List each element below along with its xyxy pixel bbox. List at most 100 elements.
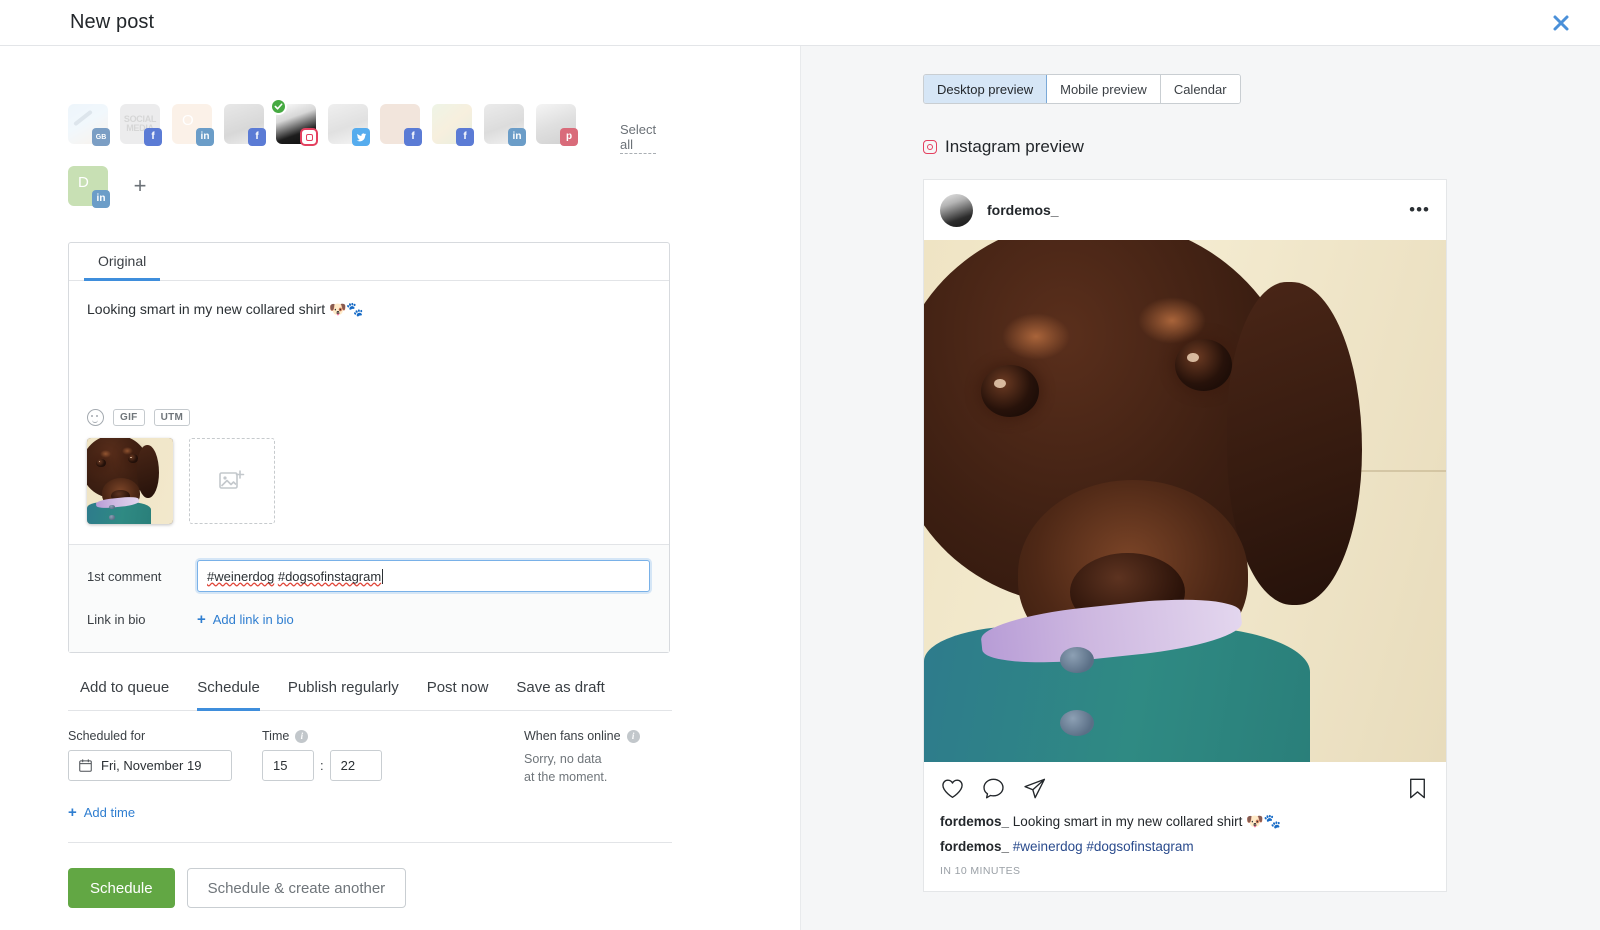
post-meta-fields: 1st comment #weinerdog #dogsofinstagram … <box>69 544 669 652</box>
toggle-mobile-preview[interactable]: Mobile preview <box>1047 75 1161 103</box>
toggle-calendar[interactable]: Calendar <box>1160 75 1240 103</box>
tab-post-now[interactable]: Post now <box>427 679 489 711</box>
composer-toolbar: GIF UTM <box>69 409 669 438</box>
time-inputs: 15 : 22 <box>262 750 382 781</box>
fans-no-data-note: Sorry, no data at the moment. <box>524 750 640 786</box>
instagram-username: fordemos_ <box>987 202 1059 218</box>
facebook-icon: f <box>456 128 474 146</box>
first-comment-input[interactable]: #weinerdog #dogsofinstagram <box>197 560 650 592</box>
schedule-button[interactable]: Schedule <box>68 868 175 908</box>
tab-publish-regularly[interactable]: Publish regularly <box>288 679 399 711</box>
fans-note-line-2: at the moment. <box>524 770 608 785</box>
account-avatar-facebook-4[interactable]: f <box>432 104 474 146</box>
tab-add-to-queue[interactable]: Add to queue <box>80 679 169 711</box>
composer-tabs: Original <box>69 243 669 281</box>
add-link-in-bio-button[interactable]: + Add link in bio <box>197 612 294 627</box>
preview-heading: Instagram preview <box>923 137 1600 157</box>
select-all-link[interactable]: Select all <box>620 122 657 154</box>
account-avatar-instagram-selected[interactable] <box>270 98 318 146</box>
scheduled-date-value: Fri, November 19 <box>101 758 202 773</box>
linkedin-icon: in <box>196 128 214 146</box>
time-minute-input[interactable]: 22 <box>329 750 382 781</box>
page-title: New post <box>70 11 155 33</box>
add-time-label: Add time <box>83 805 136 820</box>
section-divider <box>68 842 672 843</box>
comment-username: fordemos_ <box>940 838 1010 854</box>
add-account-button[interactable]: + <box>120 166 160 206</box>
emoji-icon[interactable] <box>87 409 104 426</box>
close-icon[interactable] <box>1546 8 1576 38</box>
schedule-section: Add to queue Schedule Publish regularly … <box>68 679 672 843</box>
more-options-icon[interactable]: ••• <box>1409 200 1430 220</box>
add-image-button[interactable] <box>189 438 275 524</box>
avatar <box>940 193 973 227</box>
tab-save-as-draft[interactable]: Save as draft <box>516 679 604 711</box>
account-avatar-facebook-3[interactable]: f <box>380 104 422 146</box>
modal-body: GB SOCIAL MEDIA f O in f f f in p Select… <box>0 46 1600 930</box>
footer-actions: Schedule Schedule & create another <box>68 868 800 908</box>
preview-pane: Desktop preview Mobile preview Calendar … <box>800 46 1600 930</box>
post-text-area[interactable]: Looking smart in my new collared shirt 🐶… <box>69 281 669 409</box>
toggle-desktop-preview[interactable]: Desktop preview <box>924 75 1048 103</box>
post-composer: Original Looking smart in my new collare… <box>68 242 670 653</box>
account-avatar-twitter[interactable] <box>328 104 370 146</box>
selected-check-icon <box>270 98 287 115</box>
preview-mode-toggle: Desktop preview Mobile preview Calendar <box>923 74 1241 104</box>
twitter-icon <box>352 128 370 146</box>
scheduled-for-label: Scheduled for <box>68 729 146 743</box>
caption-emoji: 🐶🐾 <box>1246 813 1282 829</box>
scheduled-date-input[interactable]: Fri, November 19 <box>68 750 232 781</box>
first-comment-tag-2: #dogsofinstagram <box>277 568 382 584</box>
bookmark-icon[interactable] <box>1405 776 1430 801</box>
instagram-card-header: fordemos_ ••• <box>924 180 1446 240</box>
comment-hashtags: #weinerdog #dogsofinstagram <box>1012 838 1194 854</box>
instagram-post-image <box>924 240 1446 762</box>
when-fans-online-label: When fans online i <box>524 729 640 743</box>
account-avatar-google-business[interactable]: GB <box>68 104 110 146</box>
time-info-icon[interactable]: i <box>295 729 309 743</box>
heart-icon[interactable] <box>940 776 965 801</box>
first-comment-label: 1st comment <box>87 568 162 584</box>
fans-note-line-1: Sorry, no data <box>524 752 602 766</box>
post-emoji: 🐶🐾 <box>329 301 364 317</box>
account-avatar-facebook-2[interactable]: f <box>224 104 266 146</box>
schedule-and-create-another-button[interactable]: Schedule & create another <box>186 868 407 908</box>
instagram-timestamp: IN 10 MINUTES <box>940 864 1021 877</box>
utm-button[interactable]: UTM <box>153 409 191 426</box>
when-fans-online-group: When fans online i Sorry, no data at the… <box>524 729 640 786</box>
when-fans-online-text: When fans online <box>524 729 621 743</box>
instagram-first-comment: fordemos_ #weinerdog #dogsofinstagram <box>924 833 1446 858</box>
time-label-text: Time <box>262 729 290 743</box>
media-thumbnail[interactable] <box>87 438 173 524</box>
time-hour-input[interactable]: 15 <box>262 750 314 781</box>
instagram-caption: fordemos_ Looking smart in my new collar… <box>924 807 1446 833</box>
account-avatar-pinterest[interactable]: p <box>536 104 578 146</box>
account-avatar-linkedin-2[interactable]: in <box>484 104 526 146</box>
tab-schedule[interactable]: Schedule <box>197 679 260 711</box>
account-avatar-linkedin-3[interactable]: D in <box>68 166 110 208</box>
first-comment-tag-1: #weinerdog <box>207 568 275 584</box>
link-in-bio-label: Link in bio <box>87 611 146 627</box>
text-caret <box>382 568 384 584</box>
comment-icon[interactable] <box>981 776 1006 801</box>
facebook-icon: f <box>144 128 162 146</box>
calendar-icon <box>79 759 92 772</box>
time-group: Time i 15 : 22 <box>262 729 382 781</box>
account-avatar-linkedin-1[interactable]: O in <box>172 104 214 146</box>
account-avatar-facebook-1[interactable]: SOCIAL MEDIA f <box>120 104 162 146</box>
caption-text: Looking smart in my new collared shirt <box>1012 814 1247 829</box>
modal-header: New post <box>0 0 1600 46</box>
preview-heading-text: Instagram preview <box>945 137 1084 156</box>
fans-info-icon[interactable]: i <box>626 729 640 743</box>
share-icon[interactable] <box>1022 776 1047 801</box>
scheduled-for-group: Scheduled for Fri, November 19 <box>68 729 232 781</box>
time-label: Time i <box>262 729 382 743</box>
add-time-button[interactable]: + Add time <box>68 805 135 820</box>
instagram-icon <box>300 128 318 146</box>
gif-button[interactable]: GIF <box>113 409 145 426</box>
link-in-bio-row: Link in bio + Add link in bio <box>87 602 651 636</box>
linkedin-icon: in <box>92 190 110 208</box>
account-selector: GB SOCIAL MEDIA f O in f f f in p Select… <box>0 98 657 216</box>
facebook-icon: f <box>248 128 266 146</box>
tab-original[interactable]: Original <box>84 243 161 281</box>
